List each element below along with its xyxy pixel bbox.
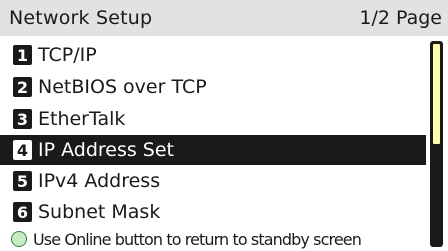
page-title: Network Setup: [9, 7, 153, 29]
menu-item-tcp-ip[interactable]: 1 TCP/IP: [0, 40, 426, 70]
footer-hint: Use Online button to return to standby s…: [0, 227, 430, 251]
item-number-badge: 1: [13, 45, 32, 65]
item-number-badge: 6: [13, 202, 32, 222]
menu-item-label: NetBIOS over TCP: [38, 76, 207, 98]
menu-item-subnet-mask[interactable]: 6 Subnet Mask: [0, 197, 426, 227]
header-bar: Network Setup 1/2 Page: [0, 0, 448, 36]
menu-item-netbios-over-tcp[interactable]: 2 NetBIOS over TCP: [0, 72, 426, 102]
page-indicator: 1/2 Page: [359, 7, 442, 29]
item-number-badge: 5: [13, 171, 32, 191]
menu-item-label: EtherTalk: [38, 108, 126, 130]
menu-item-label: IPv4 Address: [38, 170, 161, 192]
menu-item-label: TCP/IP: [38, 44, 97, 66]
online-button-icon: [11, 231, 27, 247]
menu-item-label: IP Address Set: [38, 139, 175, 161]
item-number-badge: 3: [13, 109, 32, 129]
scrollbar-thumb[interactable]: [433, 44, 440, 144]
item-number-badge: 2: [13, 77, 32, 97]
menu-item-ethertalk[interactable]: 3 EtherTalk: [0, 104, 426, 134]
item-number-badge: 4: [13, 140, 32, 160]
menu-item-label: Subnet Mask: [38, 201, 161, 223]
scrollbar[interactable]: [430, 41, 443, 247]
standby-hint-text: Use Online button to return to standby s…: [33, 229, 362, 249]
menu-item-ipv4-address[interactable]: 5 IPv4 Address: [0, 166, 426, 196]
menu-item-ip-address-set[interactable]: 4 IP Address Set: [0, 135, 426, 165]
